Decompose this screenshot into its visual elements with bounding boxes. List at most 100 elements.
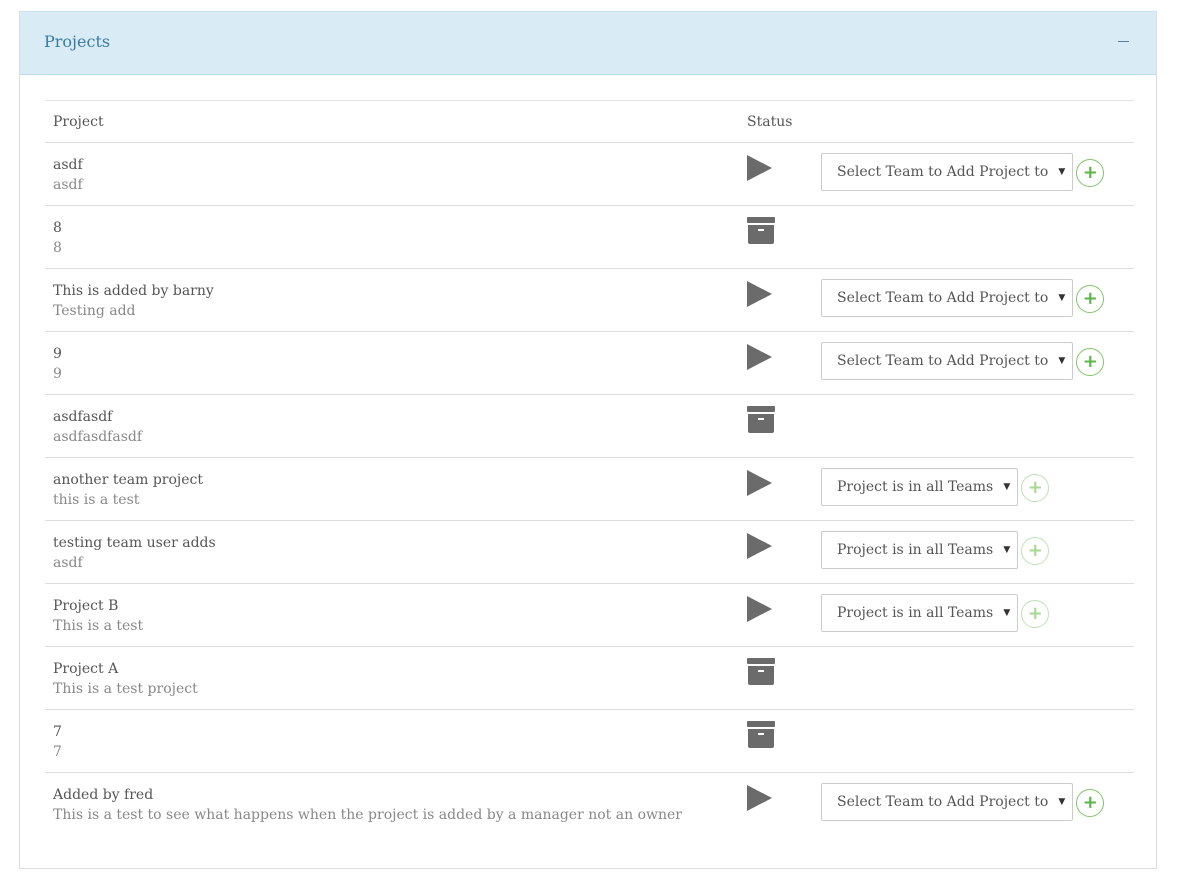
- project-cell: another team project this is a test: [45, 457, 739, 521]
- status-cell: [739, 457, 807, 521]
- play-icon[interactable]: [747, 281, 772, 307]
- header-status: Status: [739, 100, 807, 143]
- table-row: 77: [45, 709, 1134, 773]
- project-cell: Added by fred This is a test to see what …: [45, 773, 739, 836]
- status-cell: [739, 331, 807, 395]
- play-icon[interactable]: [747, 785, 772, 811]
- header-project: Project: [45, 100, 739, 143]
- action-cell: Project is in all Teams ▼ +: [807, 583, 1134, 647]
- project-cell: 77: [45, 709, 739, 773]
- project-cell: asdfasdf asdfasdfasdf: [45, 394, 739, 458]
- archive-icon[interactable]: [747, 406, 775, 434]
- archive-icon[interactable]: [747, 217, 775, 245]
- project-cell: 88: [45, 205, 739, 269]
- projects-table-body: asdf asdf Select Team to Add Project to ▼ +8…: [45, 142, 1134, 836]
- project-description: This is a test: [53, 618, 144, 634]
- project-name: 7: [53, 724, 62, 740]
- project-description: asdf: [53, 177, 83, 193]
- add-team-button[interactable]: +: [1076, 348, 1105, 376]
- archive-icon[interactable]: [747, 658, 775, 686]
- team-select[interactable]: Project is in all Teams ▼: [821, 531, 1019, 569]
- table-row: 88: [45, 205, 1134, 269]
- add-team-button[interactable]: +: [1021, 600, 1050, 628]
- play-icon[interactable]: [747, 533, 772, 559]
- add-team-button[interactable]: +: [1021, 537, 1050, 565]
- caret-down-icon: ▼: [1058, 293, 1066, 303]
- table-row: testing team user adds asdf Project is in …: [45, 520, 1134, 584]
- team-select[interactable]: Select Team to Add Project to ▼: [821, 783, 1074, 821]
- projects-table: Project Status asdf asdf Select Team to Ad…: [45, 100, 1134, 835]
- project-description: 8: [53, 240, 62, 256]
- caret-down-icon: ▼: [1003, 482, 1011, 492]
- project-name: Project B: [53, 598, 119, 614]
- table-row: asdfasdf asdfasdfasdf: [45, 394, 1134, 458]
- projects-panel: Projects Project Status asdf asdf Select T…: [19, 11, 1157, 869]
- project-description: 9: [53, 366, 62, 382]
- table-header-row: Project Status: [45, 100, 1134, 143]
- project-cell: testing team user adds asdf: [45, 520, 739, 584]
- action-cell: [807, 394, 1134, 458]
- play-icon[interactable]: [747, 470, 772, 496]
- project-name: 8: [53, 220, 62, 236]
- panel-title: Projects: [44, 32, 111, 51]
- play-icon[interactable]: [747, 344, 772, 370]
- project-cell: 99: [45, 331, 739, 395]
- add-team-button[interactable]: +: [1076, 285, 1105, 313]
- team-select[interactable]: Select Team to Add Project to ▼: [821, 342, 1074, 380]
- action-cell: Project is in all Teams ▼ +: [807, 457, 1134, 521]
- table-row: Added by fred This is a test to see what …: [45, 773, 1134, 836]
- project-description: asdfasdfasdf: [53, 429, 143, 445]
- panel-heading[interactable]: Projects: [20, 12, 1156, 75]
- table-row: This is added by barny Testing add Select …: [45, 268, 1134, 332]
- project-description: This is a test project: [53, 681, 198, 697]
- project-name: Added by fred: [53, 787, 154, 803]
- project-description: 7: [53, 744, 62, 760]
- header-actions: [807, 100, 1134, 143]
- status-cell: [739, 205, 807, 269]
- status-cell: [739, 142, 807, 206]
- team-select-label: Select Team to Add Project to: [837, 794, 1049, 810]
- action-cell: [807, 646, 1134, 710]
- team-select-label: Select Team to Add Project to: [837, 353, 1049, 369]
- play-icon[interactable]: [747, 596, 772, 622]
- table-row: Project B This is a test Project is in all…: [45, 583, 1134, 647]
- team-select[interactable]: Select Team to Add Project to ▼: [821, 279, 1074, 317]
- team-select[interactable]: Project is in all Teams ▼: [821, 594, 1019, 632]
- project-cell: asdf asdf: [45, 142, 739, 206]
- add-team-button[interactable]: +: [1021, 474, 1050, 502]
- action-cell: Select Team to Add Project to ▼ +: [807, 142, 1134, 206]
- team-select-label: Project is in all Teams: [837, 605, 994, 621]
- project-cell: Project B This is a test: [45, 583, 739, 647]
- archive-icon[interactable]: [747, 721, 775, 749]
- project-name: testing team user adds: [53, 535, 216, 551]
- add-team-button[interactable]: +: [1076, 789, 1105, 817]
- team-select-label: Select Team to Add Project to: [837, 164, 1049, 180]
- project-description: asdf: [53, 555, 83, 571]
- team-select-label: Select Team to Add Project to: [837, 290, 1049, 306]
- action-cell: Project is in all Teams ▼ +: [807, 520, 1134, 584]
- project-name: asdf: [53, 157, 83, 173]
- project-description: This is a test to see what happens when …: [53, 807, 682, 823]
- project-name: This is added by barny: [53, 283, 214, 299]
- caret-down-icon: ▼: [1058, 356, 1066, 366]
- caret-down-icon: ▼: [1058, 167, 1066, 177]
- table-row: 9 9 Select Team to Add Project to ▼ +: [45, 331, 1134, 395]
- team-select[interactable]: Select Team to Add Project to ▼: [821, 153, 1074, 191]
- project-description: this is a test: [53, 492, 140, 508]
- team-select[interactable]: Project is in all Teams ▼: [821, 468, 1019, 506]
- project-description: Testing add: [53, 303, 136, 319]
- collapse-icon[interactable]: [1118, 30, 1132, 50]
- table-row: Project A This is a test project: [45, 646, 1134, 710]
- table-row: another team project this is a test Projec…: [45, 457, 1134, 521]
- project-name: asdfasdf: [53, 409, 113, 425]
- caret-down-icon: ▼: [1003, 545, 1011, 555]
- project-name: another team project: [53, 472, 204, 488]
- project-cell: Project A This is a test project: [45, 646, 739, 710]
- action-cell: Select Team to Add Project to ▼ +: [807, 268, 1134, 332]
- status-cell: [739, 583, 807, 647]
- add-team-button[interactable]: +: [1076, 159, 1105, 187]
- status-cell: [739, 394, 807, 458]
- play-icon[interactable]: [747, 155, 772, 181]
- status-cell: [739, 268, 807, 332]
- status-cell: [739, 773, 807, 836]
